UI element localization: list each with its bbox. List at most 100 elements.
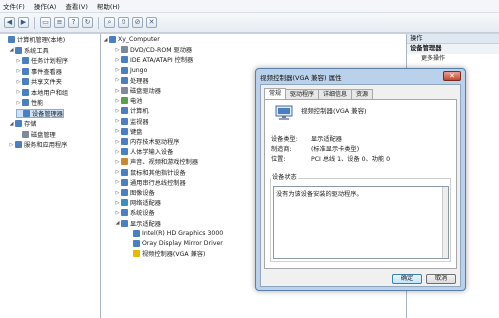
expand-icon[interactable]: ▷ — [115, 149, 120, 155]
tree-item-label: 内存技术驱动程序 — [130, 139, 180, 146]
menu-file[interactable]: 文件(F) — [3, 1, 25, 11]
tree-item[interactable]: ▷ 任务计划程序 — [16, 56, 68, 65]
tree-item[interactable]: ▷ IDE ATA/ATAPI 控制器 — [115, 55, 193, 64]
tree-item-label: 处理器 — [130, 77, 149, 85]
tree-item[interactable]: ▷ Jungo — [115, 66, 147, 75]
tree-item[interactable]: ▷ 电池 — [115, 96, 142, 105]
expand-icon[interactable]: ▷ — [115, 200, 120, 206]
expand-icon[interactable]: ▷ — [16, 89, 21, 95]
tree-item[interactable]: ▷ 网络适配器 — [115, 198, 161, 207]
expand-icon[interactable]: ▷ — [115, 67, 120, 73]
ide-icon — [121, 56, 128, 64]
expand-icon[interactable]: ▷ — [16, 79, 21, 85]
tree-item-label: 键盘 — [130, 128, 143, 136]
back-icon[interactable]: ◀ — [4, 17, 15, 28]
refresh-icon[interactable]: ↻ — [82, 17, 93, 28]
cancel-button[interactable]: 取消 — [426, 274, 456, 284]
tab-driver[interactable]: 驱动程序 — [285, 89, 320, 99]
tree-item[interactable]: 视频控制器(VGA 兼容) — [127, 249, 205, 258]
expand-icon[interactable]: ▷ — [115, 57, 120, 63]
expand-icon[interactable]: ▷ — [16, 68, 21, 74]
expand-icon[interactable]: ▷ — [115, 118, 120, 124]
tree-item-label: 计算机管理(本地) — [17, 37, 66, 44]
prop-label: 设备类型: — [271, 136, 298, 143]
tree-item[interactable]: 设备管理器 — [16, 108, 64, 118]
tree-item-label: Xy_Computer — [118, 36, 160, 43]
tree-item[interactable]: ▷ 人体学输入设备 — [115, 147, 173, 156]
disable-device-icon[interactable]: ⊘ — [132, 17, 143, 28]
tree-item[interactable]: ▷ 通用串行总线控制器 — [115, 178, 186, 187]
tree-item[interactable]: ◢ 存储 — [9, 119, 36, 128]
tab-details[interactable]: 详细信息 — [318, 89, 353, 99]
tree-item[interactable]: ◢ 显示适配器 — [115, 219, 161, 228]
expand-icon[interactable]: ▷ — [115, 98, 120, 104]
expand-icon[interactable]: ▷ — [115, 108, 120, 114]
disk-icon — [22, 130, 29, 138]
close-icon[interactable]: ✕ — [443, 71, 461, 81]
properties-icon[interactable]: ≡ — [54, 17, 65, 28]
tree-item[interactable]: Oray Display Mirror Driver — [127, 239, 223, 248]
expand-icon[interactable]: ▷ — [16, 100, 21, 106]
expand-icon[interactable]: ▷ — [115, 210, 120, 216]
tree-item-label: 存储 — [24, 121, 37, 128]
status-scrollbar[interactable] — [442, 187, 448, 258]
forward-icon[interactable]: ▶ — [18, 17, 29, 28]
menu-view[interactable]: 查看(V) — [65, 1, 88, 11]
collapse-icon[interactable]: ◢ — [103, 37, 108, 43]
tree-item[interactable]: ▷ 图像设备 — [115, 188, 155, 197]
tree-item[interactable]: ▷ 监视器 — [115, 117, 149, 126]
ok-button[interactable]: 确定 — [392, 274, 422, 284]
tree-item[interactable]: ▷ 服务和应用程序 — [9, 140, 67, 149]
collapse-icon[interactable]: ◢ — [115, 220, 120, 226]
tree-item[interactable]: Intel(R) HD Graphics 3000 — [127, 229, 223, 238]
tree-item[interactable]: ▷ 处理器 — [115, 76, 149, 85]
tree-item-label: 系统设备 — [130, 210, 155, 218]
expand-icon[interactable]: ▷ — [115, 47, 120, 53]
tab-general[interactable]: 常规 — [264, 88, 287, 99]
folder-icon[interactable]: ▭ — [40, 17, 51, 28]
tree-item[interactable]: 磁盘管理 — [16, 130, 56, 139]
expand-icon[interactable]: ▷ — [115, 88, 120, 94]
menu-action[interactable]: 操作(A) — [34, 1, 57, 11]
scan-hardware-icon[interactable]: ⌕ — [104, 17, 115, 28]
tree-item[interactable]: ▷ 鼠标和其他指针设备 — [115, 168, 186, 177]
device-status-text[interactable]: 没有为该设备安装的驱动程序。 — [273, 186, 449, 259]
expand-icon[interactable]: ▷ — [115, 159, 120, 165]
expand-icon[interactable]: ▷ — [115, 169, 120, 175]
actions-section-device-manager[interactable]: 设备管理器 — [407, 44, 499, 54]
tree-item-label: 磁盘驱动器 — [130, 88, 161, 95]
tree-item[interactable]: ◢ 系统工具 — [9, 46, 49, 55]
menu-help[interactable]: 帮助(H) — [97, 1, 120, 11]
tree-item[interactable]: ▷ 共享文件夹 — [16, 77, 62, 86]
tree-item-label: Intel(R) HD Graphics 3000 — [142, 229, 224, 237]
collapse-icon[interactable]: ◢ — [9, 47, 14, 53]
expand-icon[interactable]: ▷ — [16, 58, 21, 64]
tree-item[interactable]: ▷ 系统设备 — [115, 208, 155, 217]
tree-item[interactable]: 计算机管理(本地) — [2, 35, 65, 44]
tree-item[interactable]: ▷ 事件查看器 — [16, 67, 62, 76]
expand-icon[interactable]: ▷ — [9, 142, 14, 148]
tree-item-label: 图像设备 — [130, 190, 155, 197]
tree-item-label: 电池 — [130, 98, 143, 106]
help-icon[interactable]: ? — [68, 17, 79, 28]
tree-item[interactable]: ▷ 声音、视频和游戏控制器 — [115, 157, 198, 166]
tab-resources[interactable]: 资源 — [351, 89, 374, 99]
uninstall-device-icon[interactable]: ✕ — [146, 17, 157, 28]
tools-icon — [15, 46, 22, 54]
collapse-icon[interactable]: ◢ — [9, 121, 14, 127]
tree-item[interactable]: ▷ 内存技术驱动程序 — [115, 137, 180, 146]
more-actions-link[interactable]: 更多操作 — [407, 54, 499, 64]
expand-icon[interactable]: ▷ — [115, 179, 120, 185]
tree-item[interactable]: ▷ DVD/CD-ROM 驱动器 — [115, 45, 192, 54]
update-driver-icon[interactable]: ⇧ — [118, 17, 129, 28]
tree-item[interactable]: ▷ 计算机 — [115, 106, 149, 115]
tree-item[interactable]: ▷ 性能 — [16, 98, 43, 107]
tree-item[interactable]: ◢ Xy_Computer — [103, 35, 160, 44]
tree-item[interactable]: ▷ 键盘 — [115, 127, 142, 136]
tree-item[interactable]: ▷ 磁盘驱动器 — [115, 86, 161, 95]
expand-icon[interactable]: ▷ — [115, 128, 120, 134]
expand-icon[interactable]: ▷ — [115, 139, 120, 145]
tree-item[interactable]: ▷ 本地用户和组 — [16, 88, 68, 97]
expand-icon[interactable]: ▷ — [115, 190, 120, 196]
expand-icon[interactable]: ▷ — [115, 77, 120, 83]
